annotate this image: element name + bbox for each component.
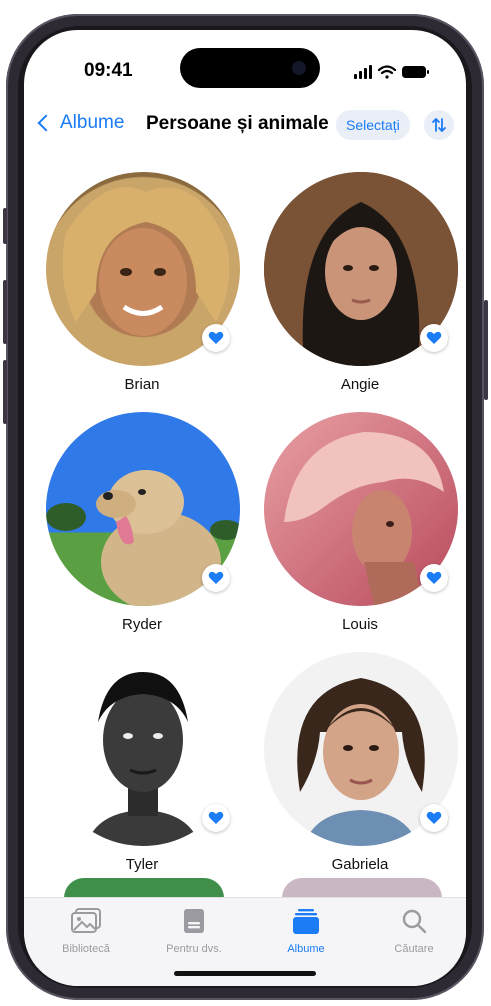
volume-up-button xyxy=(3,280,7,344)
person-name: Ryder xyxy=(121,616,162,633)
person-name: Brian xyxy=(124,376,160,393)
tab-albums[interactable]: Albume xyxy=(256,908,356,955)
tab-label: Bibliotecă xyxy=(62,943,110,955)
favorite-badge[interactable] xyxy=(202,564,230,592)
favorite-badge[interactable] xyxy=(202,804,230,832)
next-row-avatar-peek xyxy=(282,878,442,898)
power-button xyxy=(484,300,488,400)
back-label: Albume xyxy=(60,112,125,133)
person-card-louis[interactable]: Louis xyxy=(260,412,460,642)
tab-label: Albume xyxy=(287,943,325,955)
chevron-left-icon xyxy=(37,114,55,132)
phone-screen: 09:41 Albume Persoane și animale Selecta… xyxy=(24,30,466,986)
action-button xyxy=(3,208,7,244)
home-indicator[interactable] xyxy=(174,971,316,976)
tab-label: Pentru dvs. xyxy=(166,943,222,955)
page-title: Persoane și animale xyxy=(146,113,329,134)
sort-button[interactable] xyxy=(424,110,454,140)
photo-library-icon xyxy=(71,908,101,933)
tab-library[interactable]: Bibliotecă xyxy=(36,908,136,955)
heart-icon xyxy=(208,811,224,824)
volume-down-button xyxy=(3,360,7,424)
favorite-badge[interactable] xyxy=(202,324,230,352)
status-bar: 09:41 xyxy=(24,30,466,90)
person-name: Tyler xyxy=(125,856,159,873)
person-card-angie[interactable]: Angie xyxy=(260,172,460,402)
favorite-badge[interactable] xyxy=(420,804,448,832)
heart-icon xyxy=(208,331,224,344)
favorite-badge[interactable] xyxy=(420,324,448,352)
navigation-bar: Albume Persoane și animale Selectați xyxy=(24,110,466,146)
person-name: Angie xyxy=(340,376,380,393)
favorite-badge[interactable] xyxy=(420,564,448,592)
heart-icon xyxy=(426,811,442,824)
battery-icon xyxy=(402,66,429,78)
tab-search[interactable]: Căutare xyxy=(364,908,464,955)
search-icon xyxy=(402,909,427,934)
person-card-brian[interactable]: Brian xyxy=(42,172,242,402)
person-name: Louis xyxy=(342,616,378,633)
for-you-icon xyxy=(184,909,204,933)
signal-icon xyxy=(354,65,372,79)
person-name: Gabriela xyxy=(331,856,389,873)
dynamic-island xyxy=(180,48,320,88)
select-button[interactable]: Selectați xyxy=(336,110,410,140)
person-card-gabriela[interactable]: Gabriela xyxy=(260,652,460,882)
person-card-ryder[interactable]: Ryder xyxy=(42,412,242,642)
wifi-icon xyxy=(377,65,397,79)
sort-arrows-icon xyxy=(432,117,446,133)
status-icons xyxy=(354,65,429,79)
albums-icon xyxy=(293,909,319,934)
front-camera xyxy=(292,61,306,75)
person-card-tyler[interactable]: Tyler xyxy=(42,652,242,882)
heart-icon xyxy=(426,331,442,344)
back-button[interactable]: Albume xyxy=(37,112,125,134)
tab-for-you[interactable]: Pentru dvs. xyxy=(144,908,244,955)
status-time: 09:41 xyxy=(84,60,133,81)
heart-icon xyxy=(426,571,442,584)
tab-label: Căutare xyxy=(394,943,434,955)
heart-icon xyxy=(208,571,224,584)
next-row-avatar-peek xyxy=(64,878,224,898)
tab-bar: Bibliotecă Pentru dvs. Albume Căutare xyxy=(24,897,466,986)
